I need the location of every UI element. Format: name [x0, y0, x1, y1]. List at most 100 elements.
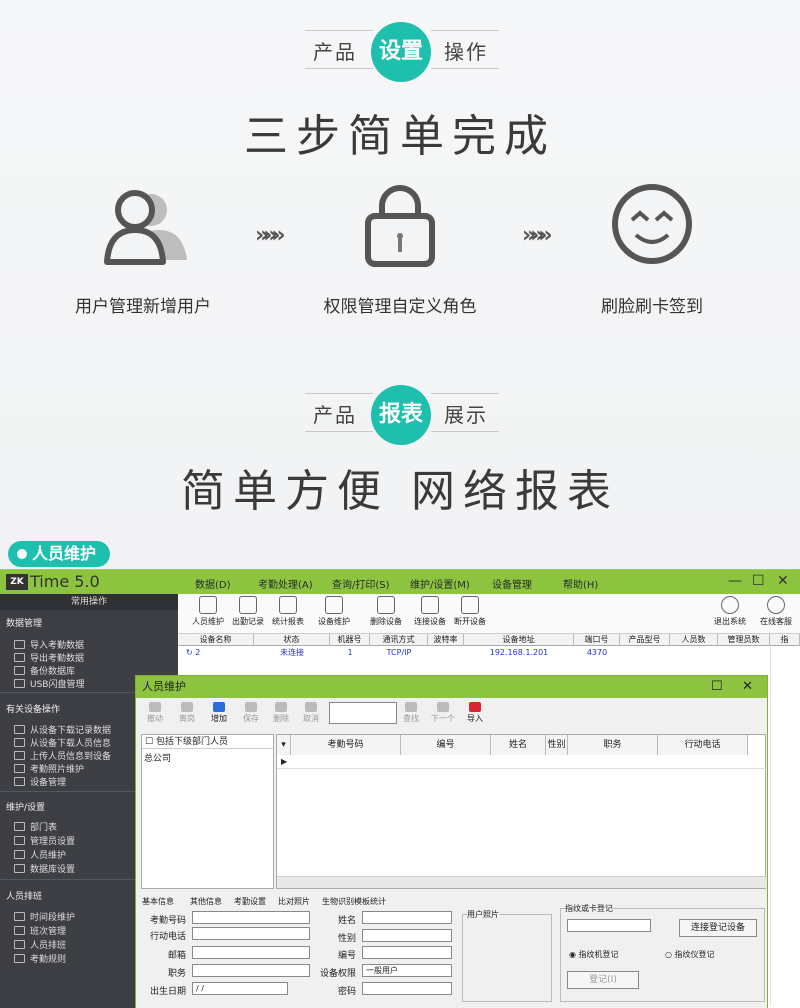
step-roles: 权限管理自定义角色 [300, 180, 500, 317]
dlg-btn-cancel[interactable]: 取消 [296, 702, 326, 724]
dlg-search-input[interactable] [329, 702, 397, 724]
section-tag: 人员维护 [8, 541, 111, 567]
sidebar-item[interactable]: 人员维护 [14, 848, 66, 861]
dialog-maximize-button[interactable]: ☐ [711, 676, 723, 698]
radio-fp-machine[interactable]: ◉ 指纹机登记 [569, 949, 619, 960]
fp-select[interactable] [567, 919, 651, 932]
toolbar-attendance-records[interactable]: 出勤记录 [228, 596, 268, 627]
clock-icon [14, 912, 25, 921]
sidebar-item[interactable]: 人员排班 [14, 938, 66, 951]
sidebar-item[interactable]: 考勤规则 [14, 952, 66, 965]
register-button[interactable]: 登记(I) [567, 971, 639, 989]
database-icon [14, 666, 25, 675]
sidebar-item[interactable]: 管理员设置 [14, 834, 75, 847]
sidebar-item[interactable]: 考勤照片维护 [14, 762, 84, 775]
app-logo: ZK [6, 574, 28, 590]
toolbar-reports[interactable]: 统计报表 [268, 596, 308, 627]
sidebar-item[interactable]: 上传人员信息到设备 [14, 749, 111, 762]
device-grid-header: 设备名称 状态 机器号 通讯方式 波特率 设备地址 端口号 产品型号 人员数 管… [178, 634, 800, 646]
menu-attendance[interactable]: 考勤处理(A) [258, 576, 313, 591]
header-right-text: 展示 [444, 403, 488, 427]
sidebar-item[interactable]: 班次管理 [14, 924, 66, 937]
employee-grid: ▾ 考勤号码 编号 姓名 性别 职务 行动电话 ▶ [276, 734, 767, 889]
toolbar-device-maint[interactable]: 设备维护 [314, 596, 354, 627]
menu-query-print[interactable]: 查询/打印(S) [332, 576, 390, 591]
page: { "section1": { "left": "产品", "pill": "设… [0, 0, 800, 1008]
dlg-btn-transfer[interactable]: 撤动 [140, 702, 170, 724]
birthdate-input[interactable]: / / [192, 982, 288, 995]
close-button[interactable]: ✕ [777, 573, 789, 589]
menu-device[interactable]: 设备管理 [492, 576, 532, 591]
photo-box[interactable]: 用户照片 [462, 909, 552, 1002]
sidebar-item[interactable]: USB闪盘管理 [14, 677, 84, 690]
sidebar-item[interactable]: 从设备下载人员信息 [14, 736, 111, 749]
step-label: 权限管理自定义角色 [323, 297, 477, 317]
connect-register-button[interactable]: 连接登记设备 [679, 919, 757, 937]
user-icon [14, 850, 25, 859]
sidebar-item[interactable]: 导出考勤数据 [14, 651, 84, 664]
dlg-btn-delete[interactable]: 删除 [266, 702, 296, 724]
include-subdept-checkbox[interactable]: ☐ 包括下级部门人员 [142, 735, 273, 749]
usb-icon [14, 679, 25, 688]
radio-fp-reader[interactable]: ○ 指纹仪登记 [665, 949, 715, 960]
table-cell: TCP/IP [386, 648, 412, 657]
tab-basic[interactable]: 基本信息 [142, 896, 174, 908]
dlg-btn-leave[interactable]: 离岗 [172, 702, 202, 724]
menu-help[interactable]: 帮助(H) [563, 576, 598, 591]
sidebar-group-title: 数据管理 [6, 619, 43, 629]
header-pill: 报表 [371, 385, 431, 445]
header-left-text: 产品 [313, 40, 357, 64]
minimize-button[interactable]: — [728, 573, 742, 589]
sidebar-item[interactable]: 设备管理 [14, 775, 66, 788]
tab-compare-photo[interactable]: 比对照片 [278, 896, 310, 908]
tab-attendance[interactable]: 考勤设置 [234, 896, 266, 908]
header-pill: 设置 [371, 22, 431, 82]
sidebar-item[interactable]: 从设备下载记录数据 [14, 723, 111, 736]
tab-other[interactable]: 其他信息 [190, 896, 222, 908]
device-perm-select[interactable]: 一般用户 [362, 964, 452, 977]
toolbar-user-maint[interactable]: 人员维护 [188, 596, 228, 627]
toolbar-delete-device[interactable]: 删除设备 [366, 596, 406, 627]
gender-select[interactable] [362, 929, 452, 942]
table-cell: 1 [347, 648, 353, 657]
table-cell: 192.168.1.201 [489, 648, 549, 657]
sidebar-item[interactable]: 导入考勤数据 [14, 638, 84, 651]
dlg-btn-save[interactable]: 保存 [236, 702, 266, 724]
user-download-icon [14, 738, 25, 747]
tree-node-root[interactable]: 总公司 [142, 751, 273, 764]
dlg-btn-find[interactable]: 查找 [396, 702, 426, 724]
toolbar-exit[interactable]: 退出系统 [710, 596, 750, 627]
sidebar-item[interactable]: 部门表 [14, 820, 57, 833]
toolbar-online-service[interactable]: 在线客服 [756, 596, 796, 627]
toolbar-disconnect-device[interactable]: 断开设备 [450, 596, 490, 627]
dlg-btn-next[interactable]: 下一个 [428, 702, 458, 724]
maximize-button[interactable]: ☐ [752, 573, 765, 589]
sidebar-item[interactable]: 备份数据库 [14, 664, 75, 677]
attendance-no-input[interactable] [192, 911, 310, 924]
download-icon [14, 725, 25, 734]
dialog-close-button[interactable]: ✕ [742, 676, 753, 698]
admin-icon [14, 836, 25, 845]
dlg-btn-import[interactable]: 导入 [460, 702, 490, 724]
mobile-input[interactable] [192, 927, 310, 940]
app-title: Time 5.0 [30, 572, 100, 591]
step-label: 用户管理新增用户 [75, 297, 211, 317]
position-input[interactable] [192, 964, 310, 977]
dialog-titlebar: 人员维护 ☐ ✕ [136, 676, 767, 698]
sidebar-item[interactable]: 时间段维护 [14, 910, 75, 923]
db-settings-icon [14, 864, 25, 873]
email-input[interactable] [192, 946, 310, 959]
table-cell[interactable]: ↻ 2 [178, 647, 254, 659]
menu-maintenance[interactable]: 维护/设置(M) [410, 576, 470, 591]
app-window: ZK Time 5.0 数据(D) 考勤处理(A) 查询/打印(S) 维护/设置… [0, 569, 800, 1008]
password-input[interactable] [362, 982, 452, 995]
tab-biometric[interactable]: 生物识别模板统计 [322, 896, 386, 908]
number-input[interactable] [362, 946, 452, 959]
table-cell: 4370 [586, 648, 608, 657]
toolbar-connect-device[interactable]: 连接设备 [410, 596, 450, 627]
dlg-btn-add[interactable]: 增加 [204, 702, 234, 724]
sidebar-item[interactable]: 数据库设置 [14, 862, 75, 875]
users-icon [104, 190, 187, 265]
menu-data[interactable]: 数据(D) [195, 576, 231, 591]
name-input[interactable] [362, 911, 452, 924]
